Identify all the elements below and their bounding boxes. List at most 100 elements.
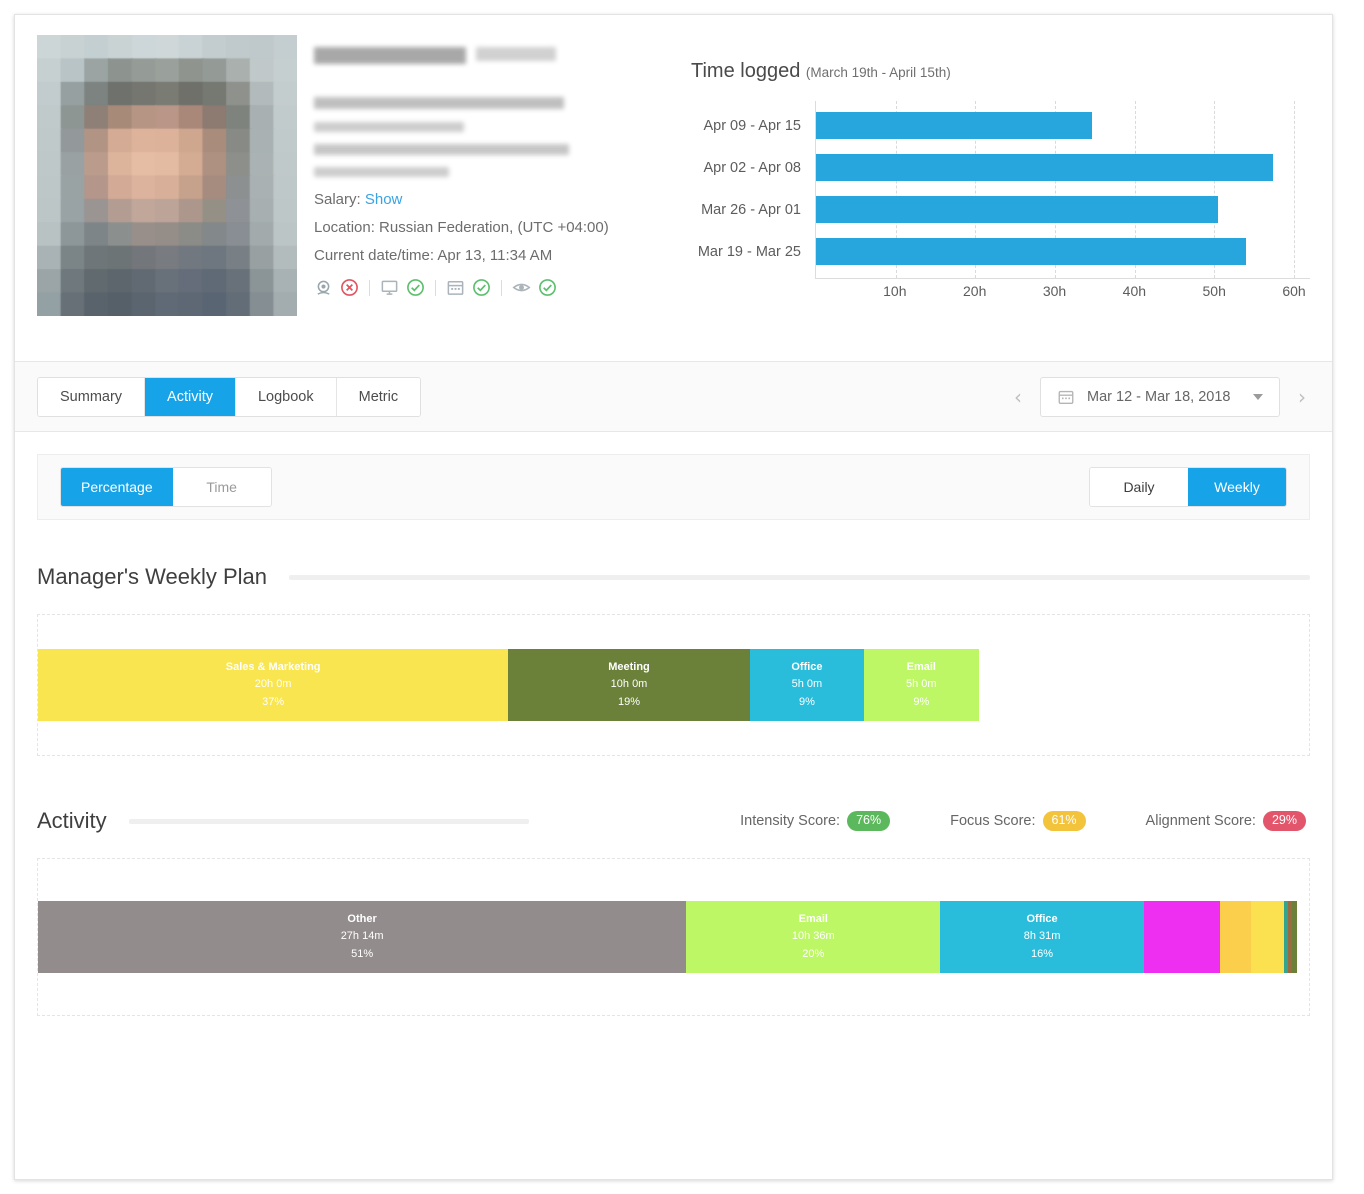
salary-line: Salary: Show: [314, 191, 669, 210]
chart-category-label: Mar 19 - Mar 25: [697, 244, 801, 260]
chart-x-tick-label: 20h: [962, 283, 987, 299]
chart-category-label: Apr 09 - Apr 15: [703, 118, 801, 134]
segment-name: Other: [347, 913, 377, 926]
score-badges: Intensity Score: 76% Focus Score: 61% Alignm…: [740, 811, 1310, 831]
stacked-bar-segment[interactable]: [1292, 901, 1297, 973]
icon-divider: [501, 279, 502, 296]
plan-section-header: Manager's Weekly Plan: [37, 564, 1310, 590]
stacked-bar-segment[interactable]: [1143, 901, 1220, 973]
chevron-down-icon: [1253, 393, 1263, 400]
stacked-bar-segment[interactable]: Email 5h 0m 9%: [864, 649, 979, 721]
profile-section: Salary: Show Location: Russian Federatio…: [15, 15, 1332, 362]
segment-name: Meeting: [608, 661, 650, 674]
stacked-bar-segment[interactable]: Other 27h 14m 51%: [38, 901, 687, 973]
period-weekly[interactable]: Weekly: [1188, 468, 1286, 506]
prev-period-button[interactable]: ‹: [1010, 387, 1026, 407]
profile-info: Salary: Show Location: Russian Federatio…: [297, 35, 669, 361]
chart-x-axis: 10h 20h 30h 40h 50h 60h: [815, 279, 1310, 301]
stacked-bar-segment[interactable]: Meeting 10h 0m 19%: [508, 649, 750, 721]
icon-divider: [369, 279, 370, 296]
employee-name-redacted: [314, 47, 669, 71]
tab-metric[interactable]: Metric: [336, 377, 421, 416]
chart-plot: [815, 101, 1310, 279]
tab-summary[interactable]: Summary: [38, 377, 146, 416]
status-badge: 61%: [1042, 811, 1086, 831]
segment-name: Office: [791, 661, 823, 674]
date-range-picker[interactable]: Mar 12 - Mar 18, 2018: [1040, 376, 1280, 417]
segment-time: 10h 0m: [610, 678, 648, 691]
segment-time: 8h 31m: [1023, 930, 1061, 943]
chart-bar: [816, 154, 1273, 181]
chart-x-tick-label: 30h: [1042, 283, 1067, 299]
tab-activity[interactable]: Activity: [145, 377, 236, 416]
segment-name: Email: [798, 913, 828, 926]
status-icons-row: [314, 278, 669, 297]
check-circle-icon: [539, 279, 556, 297]
score-label: Intensity Score:: [740, 813, 841, 829]
segment-percent: 9%: [798, 695, 815, 708]
chart-x-tick-label: 50h: [1202, 283, 1226, 299]
chart-bar: [816, 238, 1247, 265]
chart-category-label: Apr 02 - Apr 08: [703, 160, 801, 176]
activity-chart-panel: Other 27h 14m 51% Email 10h 36m 20% Office 8h 3…: [37, 858, 1310, 1016]
score-item: Focus Score: 61%: [950, 811, 1086, 831]
page-title: Manager's Weekly Plan: [37, 564, 268, 589]
salary-show-link[interactable]: Show: [365, 191, 403, 208]
weekly-plan-chart-panel: Sales & Marketing 20h 0m 37% Meeting 10h 0m 1…: [37, 614, 1310, 756]
icon-divider: [435, 279, 436, 296]
stacked-bar-segment[interactable]: Sales & Marketing 20h 0m 37%: [38, 649, 509, 721]
period-daily[interactable]: Daily: [1090, 468, 1188, 506]
stacked-bar-segment[interactable]: Office 5h 0m 9%: [749, 649, 865, 721]
activity-stacked-bar: Other 27h 14m 51% Email 10h 36m 20% Office 8h 3…: [38, 901, 1309, 973]
status-badge: 29%: [1262, 811, 1306, 831]
segment-time: 27h 14m: [340, 930, 384, 943]
date-range-value: Mar 12 - Mar 18, 2018: [1087, 388, 1231, 405]
chart-x-tick-label: 40h: [1122, 283, 1147, 299]
segment-time: 5h 0m: [791, 678, 823, 691]
period-toggle: Daily Weekly: [1089, 467, 1287, 507]
segment-name: Email: [906, 661, 936, 674]
check-circle-icon: [473, 279, 490, 297]
chart-bar: [816, 196, 1219, 223]
detail-redaction-1: [314, 97, 564, 109]
chart-gridline: [1294, 101, 1296, 278]
section-rule: [289, 574, 1310, 580]
segment-time: 10h 36m: [791, 930, 835, 943]
stacked-bar-segment[interactable]: Email 10h 36m 20%: [686, 901, 941, 973]
view-controls-bar: Percentage Time Daily Weekly: [37, 454, 1310, 520]
monitor-icon: [381, 280, 398, 296]
eye-icon: [512, 283, 531, 292]
stacked-bar-segment[interactable]: [1220, 901, 1251, 973]
score-label: Focus Score:: [950, 813, 1036, 829]
time-logged-title-main: Time logged: [691, 60, 801, 82]
detail-redaction-2: [314, 122, 464, 132]
name-redaction: [314, 47, 466, 64]
chart-area: Apr 09 - Apr 15 Apr 02 - Apr 08 Mar 26 - A…: [691, 101, 1310, 299]
time-logged-title: Time logged (March 19th - April 15th): [691, 60, 1310, 83]
segment-time: 20h 0m: [254, 678, 292, 691]
webcam-icon: [317, 280, 330, 296]
stacked-bar-segment[interactable]: Office 8h 31m 16%: [940, 901, 1144, 973]
calendar-icon: [447, 281, 464, 296]
tab-logbook[interactable]: Logbook: [235, 377, 337, 416]
chart-category-labels: Apr 09 - Apr 15 Apr 02 - Apr 08 Mar 26 - A…: [691, 101, 815, 291]
segment-percent: 9%: [913, 695, 930, 708]
chart-x-tick-label: 60h: [1282, 283, 1306, 299]
value-mode-time[interactable]: Time: [172, 468, 271, 506]
segment-name: Office: [1026, 913, 1058, 926]
value-mode-percentage[interactable]: Percentage: [61, 468, 173, 506]
next-period-button[interactable]: ›: [1294, 387, 1310, 407]
activity-section-header: Activity Intensity Score: 76% Focus Score:…: [37, 808, 1310, 834]
segment-percent: 16%: [1031, 947, 1054, 960]
segment-time: 5h 0m: [906, 678, 937, 691]
activity-title: Activity: [37, 808, 107, 833]
salary-label: Salary:: [314, 191, 361, 208]
score-item: Alignment Score: 29%: [1146, 811, 1306, 831]
segment-percent: 20%: [802, 947, 825, 960]
tabs-group: Summary Activity Logbook Metric: [37, 376, 422, 417]
stacked-bar-segment[interactable]: [1250, 901, 1284, 973]
avatar: [37, 35, 297, 316]
weekly-plan-stacked-bar: Sales & Marketing 20h 0m 37% Meeting 10h 0m 1…: [38, 649, 1309, 721]
detail-redaction-4: [314, 167, 449, 177]
time-logged-chart: Time logged (March 19th - April 15th) Ap…: [669, 35, 1310, 361]
